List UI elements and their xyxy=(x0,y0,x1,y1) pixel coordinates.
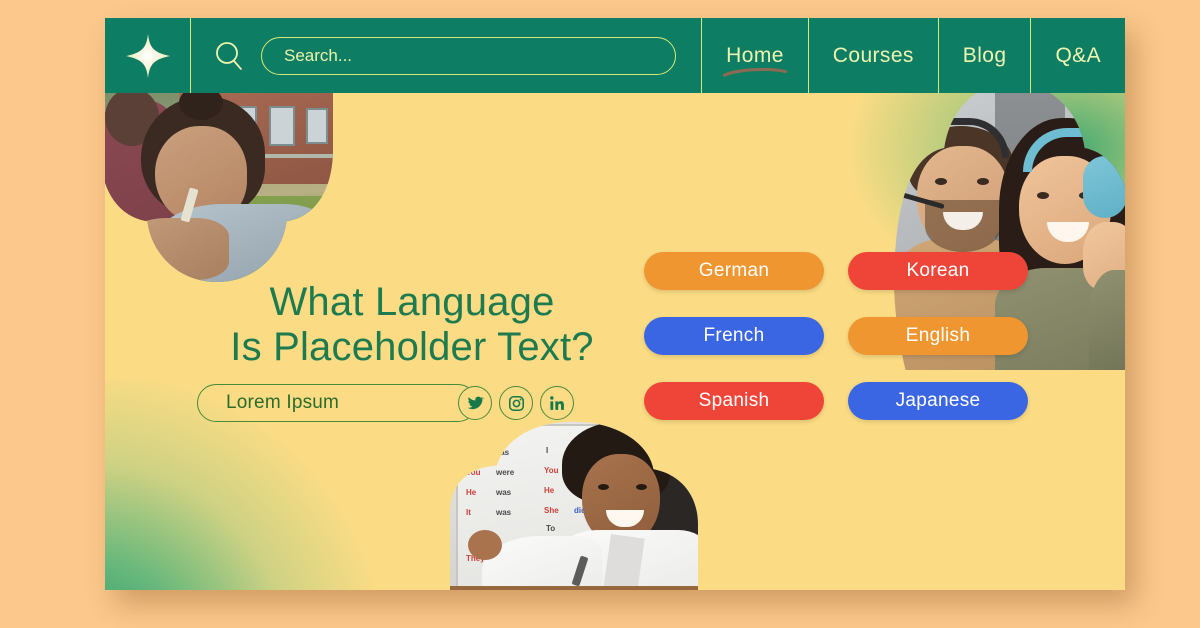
nav-item-qa[interactable]: Q&A xyxy=(1031,18,1125,93)
language-button-spanish[interactable]: Spanish xyxy=(644,382,824,420)
nav-item-blog[interactable]: Blog xyxy=(939,18,1032,93)
language-button-japanese[interactable]: Japanese xyxy=(848,382,1028,420)
photo-students-outdoors xyxy=(105,92,333,282)
nav-label-blog: Blog xyxy=(962,43,1007,67)
search-icon[interactable] xyxy=(213,40,245,72)
nav-item-courses[interactable]: Courses xyxy=(809,18,939,93)
nav-active-underline-icon xyxy=(722,67,788,77)
social-links xyxy=(458,386,574,420)
cta-button[interactable]: Lorem Ipsum xyxy=(197,384,477,422)
nav-label-qa: Q&A xyxy=(1055,43,1101,67)
cta-label: Lorem Ipsum xyxy=(226,392,340,413)
nav-item-home[interactable]: Home xyxy=(702,18,809,93)
instagram-icon xyxy=(508,395,524,411)
photo-teacher-whiteboard: I was You were He was It was They were I… xyxy=(450,418,698,590)
page-title: What Language Is Placeholder Text? xyxy=(230,280,594,370)
hero-section: What Language Is Placeholder Text? xyxy=(177,280,647,370)
website-card: Home Courses Blog Q&A xyxy=(105,18,1125,590)
search-bar xyxy=(191,18,703,93)
linkedin-icon xyxy=(549,395,564,410)
nav-label-home: Home xyxy=(726,43,784,67)
language-button-english[interactable]: English xyxy=(848,317,1028,355)
site-header: Home Courses Blog Q&A xyxy=(105,18,1125,93)
twitter-icon xyxy=(467,396,484,409)
language-button-grid: German Korean French English Spanish Jap… xyxy=(644,252,1044,420)
language-button-german[interactable]: German xyxy=(644,252,824,290)
twitter-button[interactable] xyxy=(458,386,492,420)
nav-label-courses: Courses xyxy=(832,43,914,67)
search-input[interactable] xyxy=(261,36,676,75)
logo[interactable] xyxy=(105,18,191,93)
instagram-button[interactable] xyxy=(499,386,533,420)
sparkle-star-icon xyxy=(125,33,170,78)
language-button-korean[interactable]: Korean xyxy=(848,252,1028,290)
linkedin-button[interactable] xyxy=(540,386,574,420)
language-button-french[interactable]: French xyxy=(644,317,824,355)
